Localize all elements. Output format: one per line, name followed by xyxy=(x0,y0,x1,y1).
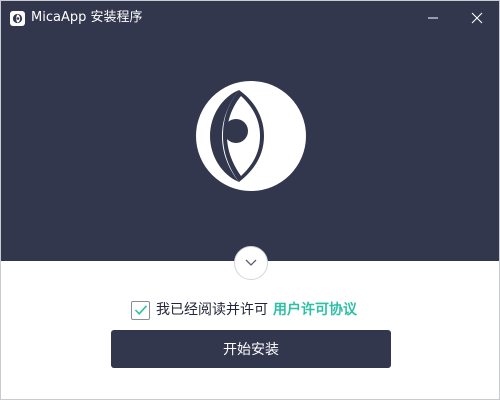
license-agreement-link[interactable]: 用户许可协议 xyxy=(273,300,357,320)
agreement-text: 我已经阅读并许可 xyxy=(156,302,268,318)
close-button[interactable] xyxy=(455,1,499,35)
header-panel: MicaApp 安装程序 xyxy=(1,1,499,261)
agreement-row: 我已经阅读并许可 用户许可协议 xyxy=(131,300,357,320)
agree-checkbox[interactable] xyxy=(131,300,150,320)
installer-window: MicaApp 安装程序 我已经阅读并许可 用户许可协议 开始安装 xyxy=(0,0,500,400)
chevron-down-icon xyxy=(245,259,257,266)
start-install-button[interactable]: 开始安装 xyxy=(111,330,391,368)
window-title: MicaApp 安装程序 xyxy=(31,10,143,25)
title-bar[interactable]: MicaApp 安装程序 xyxy=(1,1,499,35)
eye-logo-icon xyxy=(10,11,25,26)
minimize-icon xyxy=(428,17,438,19)
expand-options-button[interactable] xyxy=(234,246,268,280)
checkmark-icon xyxy=(134,305,147,315)
minimize-button[interactable] xyxy=(411,1,455,35)
close-icon xyxy=(471,12,483,24)
eye-logo-icon xyxy=(196,81,306,191)
